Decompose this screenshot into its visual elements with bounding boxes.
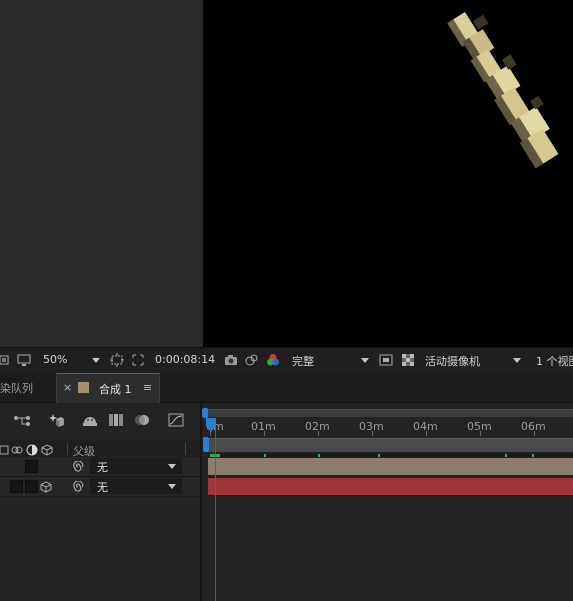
transparency-grid-icon[interactable] xyxy=(131,353,145,367)
current-time-indicator-head[interactable] xyxy=(206,418,216,432)
cache-indicator-bar xyxy=(210,454,573,457)
3d-layer-icon[interactable] xyxy=(41,444,53,456)
show-snapshot-icon[interactable] xyxy=(245,353,259,367)
current-time-display[interactable]: 0:00:08:14 xyxy=(155,353,215,366)
ruler-tick xyxy=(372,431,373,436)
hamburger-menu-icon[interactable]: ≡ xyxy=(143,381,152,394)
shy-layers-icon[interactable] xyxy=(81,411,99,429)
layer-row[interactable]: 无 xyxy=(0,457,200,477)
adjustment-layer-icon[interactable] xyxy=(26,444,38,456)
3d-layer-icon[interactable] xyxy=(40,481,52,493)
navigator-start-handle[interactable] xyxy=(202,437,210,452)
column-divider xyxy=(67,443,68,455)
work-area-start-handle[interactable] xyxy=(201,408,209,418)
ruler-tick xyxy=(534,431,535,436)
ruler-label: 06m xyxy=(521,420,546,433)
parent-value: 无 xyxy=(97,481,108,494)
panel-divider[interactable] xyxy=(200,403,202,601)
ruler-tick xyxy=(480,431,481,436)
chevron-down-icon[interactable] xyxy=(513,358,521,363)
time-ruler[interactable]: 0m 01m 02m 03m 04m 05m 06m xyxy=(206,419,573,436)
ruler-tick xyxy=(318,431,319,436)
checkerboard-icon[interactable] xyxy=(401,353,415,367)
panel-tab-bar: 染队列 × 合成 1 ≡ xyxy=(0,372,573,403)
composition-color-swatch xyxy=(78,382,89,393)
always-preview-icon[interactable] xyxy=(0,353,14,367)
parent-value: 无 xyxy=(97,461,108,474)
motion-blur-icon[interactable] xyxy=(133,411,151,429)
fast-previews-icon[interactable] xyxy=(379,353,393,367)
zoom-value[interactable]: 50% xyxy=(43,353,67,366)
work-area-bar[interactable] xyxy=(206,409,573,417)
ruler-label: 01m xyxy=(251,420,276,433)
comp-flowchart-icon[interactable] xyxy=(13,411,31,429)
pick-whip-icon[interactable] xyxy=(72,461,84,473)
layer-switch[interactable] xyxy=(10,480,23,493)
time-navigator-bar[interactable] xyxy=(206,438,573,452)
chevron-down-icon[interactable] xyxy=(361,358,369,363)
cached-frames xyxy=(318,454,320,457)
graph-editor-icon[interactable] xyxy=(167,411,185,429)
layer-switch[interactable] xyxy=(25,460,38,473)
monitor-icon[interactable] xyxy=(17,353,31,367)
frame-blending-icon[interactable] xyxy=(107,411,125,429)
layer-switch-icon[interactable] xyxy=(0,444,10,456)
ruler-tick xyxy=(264,431,265,436)
current-time-indicator-line[interactable] xyxy=(215,420,216,601)
rgb-channel-icon[interactable] xyxy=(266,353,280,367)
cached-frames xyxy=(378,454,380,457)
viewer-toolbar: 50% 0:00:08:14 完整 活动摄像机 1 个视图 xyxy=(0,347,573,372)
camera-icon[interactable] xyxy=(224,353,238,367)
tab-composition[interactable]: × 合成 1 ≡ xyxy=(56,373,160,403)
pick-whip-icon[interactable] xyxy=(72,481,84,493)
layer-duration-bar[interactable] xyxy=(208,478,573,495)
tab-label: 染队列 xyxy=(0,382,33,395)
cached-frames xyxy=(505,454,507,457)
link-icon[interactable] xyxy=(11,444,23,456)
camera-select-value[interactable]: 活动摄像机 xyxy=(425,353,480,369)
close-icon[interactable]: × xyxy=(63,381,72,394)
composition-viewer[interactable] xyxy=(203,0,573,347)
3d-text-render xyxy=(447,12,559,169)
ruler-label: 05m xyxy=(467,420,492,433)
parent-dropdown[interactable]: 无 xyxy=(90,478,182,494)
ruler-label: 02m xyxy=(305,420,330,433)
chevron-down-icon[interactable] xyxy=(92,358,100,363)
column-divider xyxy=(185,443,186,455)
layer-controls-panel: 父级 无 无 xyxy=(0,403,200,601)
layer-switch[interactable] xyxy=(25,480,38,493)
cached-frames xyxy=(532,454,534,457)
ruler-label: 03m xyxy=(359,420,384,433)
tab-label: 合成 1 xyxy=(99,383,132,396)
region-of-interest-icon[interactable] xyxy=(110,353,124,367)
resolution-value[interactable]: 完整 xyxy=(292,353,314,369)
chevron-down-icon xyxy=(168,484,176,489)
ruler-tick xyxy=(426,431,427,436)
chevron-down-icon xyxy=(168,464,176,469)
layer-row[interactable]: 无 xyxy=(0,477,200,497)
panel-gutter xyxy=(0,0,203,347)
tab-render-queue[interactable]: 染队列 xyxy=(0,372,56,402)
ruler-label: 04m xyxy=(413,420,438,433)
view-layout-value[interactable]: 1 个视图 xyxy=(536,353,573,369)
parent-dropdown[interactable]: 无 xyxy=(90,458,182,474)
layer-duration-bar[interactable] xyxy=(208,458,573,475)
cached-frames xyxy=(264,454,266,457)
draft-3d-icon[interactable] xyxy=(47,411,65,429)
